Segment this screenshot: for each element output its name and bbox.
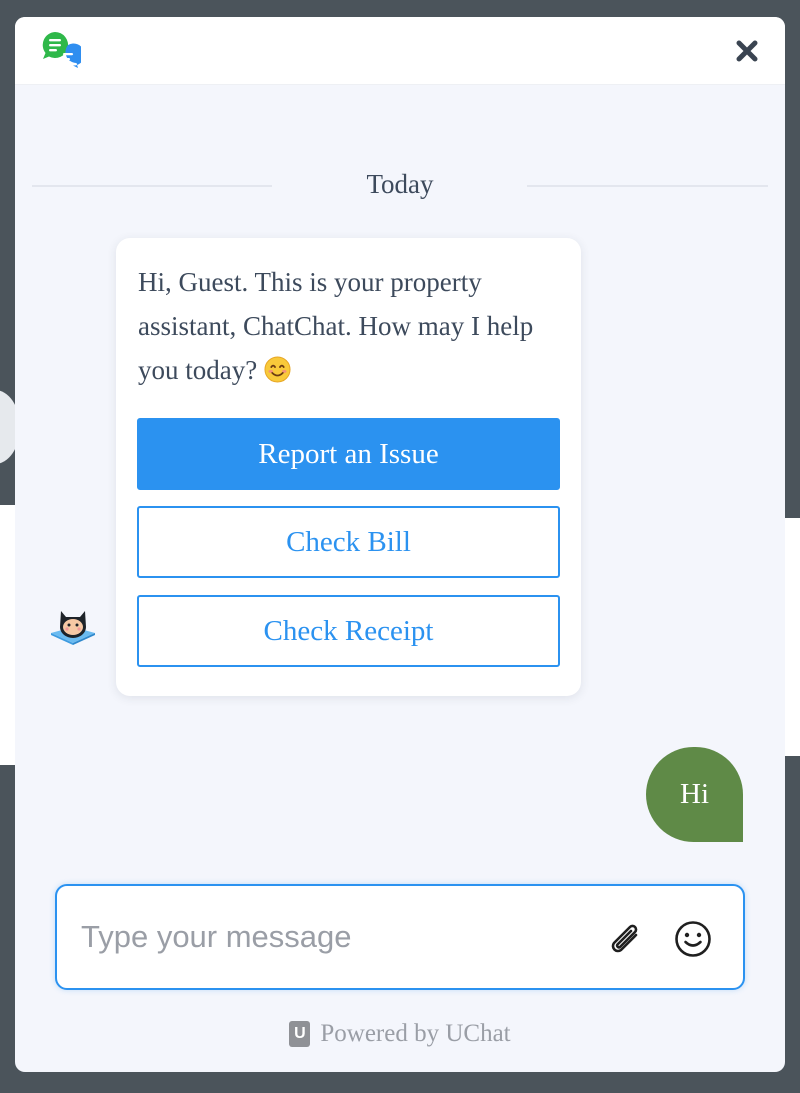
bot-message-bubble: Hi, Guest. This is your property assista…	[116, 238, 581, 696]
background-page-panel-right	[784, 518, 800, 756]
smiley-icon[interactable]	[673, 919, 713, 959]
uchat-logo: U	[289, 1021, 311, 1047]
chat-header	[15, 17, 785, 85]
smiling-face-icon	[264, 356, 291, 383]
user-message-bubble: Hi	[646, 747, 743, 842]
report-issue-button[interactable]: Report an Issue	[137, 418, 560, 490]
powered-by-footer: U Powered by UChat	[15, 1020, 785, 1048]
date-divider-right	[527, 185, 768, 187]
bot-message-text: Hi, Guest. This is your property assista…	[138, 260, 558, 392]
check-bill-button[interactable]: Check Bill	[137, 506, 560, 578]
chat-bubbles-icon	[42, 31, 81, 68]
background-page-panel-left	[0, 505, 16, 765]
close-icon[interactable]	[735, 39, 759, 63]
paperclip-icon[interactable]	[604, 919, 644, 959]
chat-widget: Today Hi, Guest. This is your property a…	[15, 17, 785, 1072]
user-message-text: Hi	[680, 778, 709, 810]
check-receipt-button[interactable]: Check Receipt	[137, 595, 560, 667]
message-input[interactable]	[81, 912, 581, 962]
bot-message-content: Hi, Guest. This is your property assista…	[138, 267, 534, 385]
cat-bot-avatar	[51, 611, 95, 645]
powered-by-text[interactable]: Powered by UChat	[320, 1020, 510, 1048]
message-composer	[55, 884, 745, 990]
